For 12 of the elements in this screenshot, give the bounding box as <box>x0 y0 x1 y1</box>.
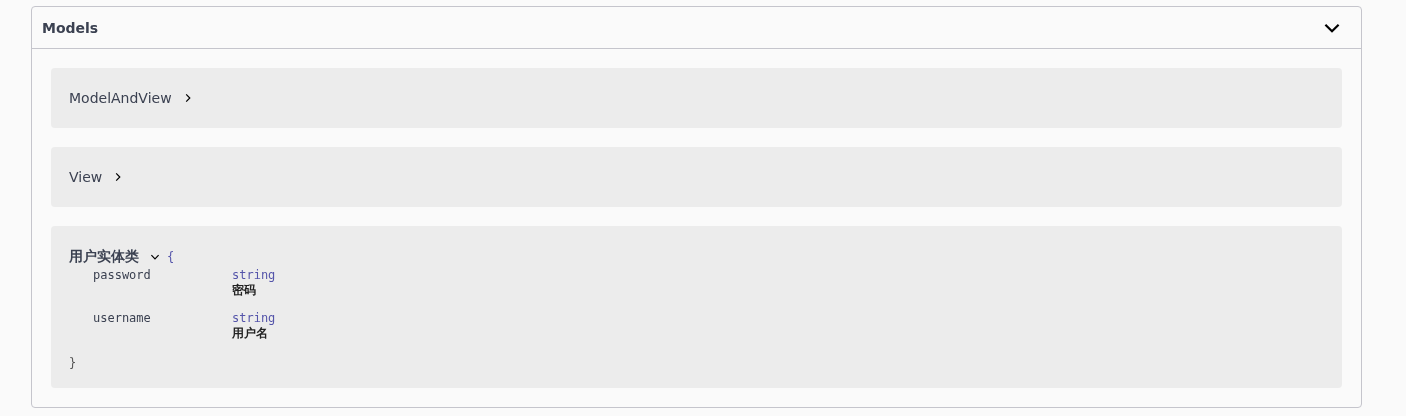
property-type: string <box>232 268 276 282</box>
model-toggle[interactable]: ModelAndView <box>69 90 194 106</box>
models-header[interactable]: Models <box>32 7 1361 48</box>
property-name: password <box>93 268 152 284</box>
close-brace: } <box>69 356 78 370</box>
open-brace: { <box>167 250 175 264</box>
property-type: string <box>232 311 276 325</box>
model-toggle[interactable]: 用户实体类 <box>69 248 161 266</box>
property-name: username <box>93 311 152 327</box>
property-description: 用户名 <box>232 325 268 342</box>
model-toggle[interactable]: View <box>69 169 125 185</box>
property-description: 密码 <box>232 282 256 299</box>
